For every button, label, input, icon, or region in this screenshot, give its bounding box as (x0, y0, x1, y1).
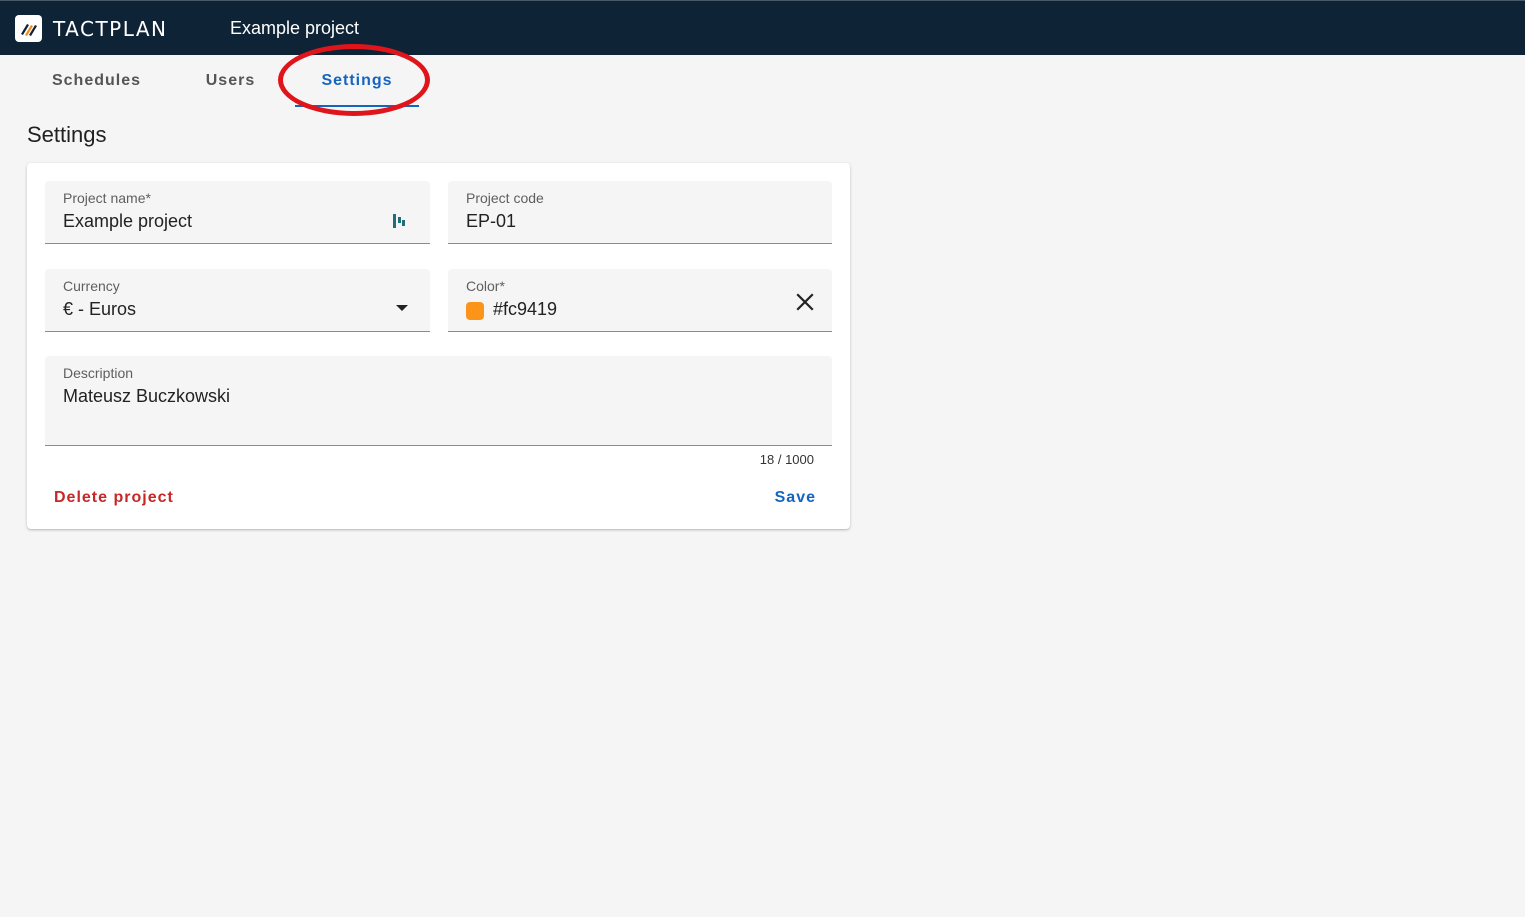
description-label: Description (63, 365, 134, 381)
description-textarea[interactable]: Mateusz Buczkowski (63, 386, 230, 407)
save-button[interactable]: Save (775, 489, 816, 507)
top-app-bar: TACTPLAN Example project (0, 0, 1525, 55)
color-label: Color* (466, 278, 505, 294)
project-title: Example project (230, 18, 360, 38)
tab-users[interactable]: Users (190, 55, 271, 109)
description-field[interactable]: Description Mateusz Buczkowski (45, 356, 832, 446)
currency-select[interactable]: Currency € - Euros (45, 269, 430, 332)
logo-mark-icon (15, 15, 42, 42)
tab-bar: Schedules Users Settings (0, 55, 1525, 111)
currency-value[interactable]: € - Euros (63, 299, 136, 320)
project-name-field[interactable]: Project name* Example project (45, 181, 430, 244)
dropdown-arrow-icon[interactable] (396, 305, 408, 311)
project-name-label: Project name* (63, 190, 151, 206)
page-title: Settings (27, 122, 107, 147)
color-field[interactable]: Color* #fc9419 (448, 269, 832, 332)
project-code-label: Project code (466, 190, 544, 206)
tab-schedules[interactable]: Schedules (36, 55, 157, 109)
tab-settings[interactable]: Settings (295, 55, 419, 109)
project-code-input[interactable]: EP-01 (466, 211, 516, 232)
color-swatch[interactable] (466, 302, 484, 320)
app-logo[interactable]: TACTPLAN (15, 15, 167, 42)
project-name-input[interactable]: Example project (63, 211, 192, 232)
description-char-counter: 18 / 1000 (759, 452, 814, 467)
close-icon[interactable] (794, 291, 816, 313)
settings-card: Project name* Example project Project co… (27, 163, 850, 529)
active-tab-indicator (295, 105, 419, 107)
logo-text: TACTPLAN (53, 16, 168, 41)
delete-project-button[interactable]: Delete project (54, 489, 174, 507)
password-manager-icon[interactable] (392, 213, 406, 229)
currency-label: Currency (63, 278, 120, 294)
color-input[interactable]: #fc9419 (493, 299, 557, 320)
project-code-field[interactable]: Project code EP-01 (448, 181, 832, 244)
